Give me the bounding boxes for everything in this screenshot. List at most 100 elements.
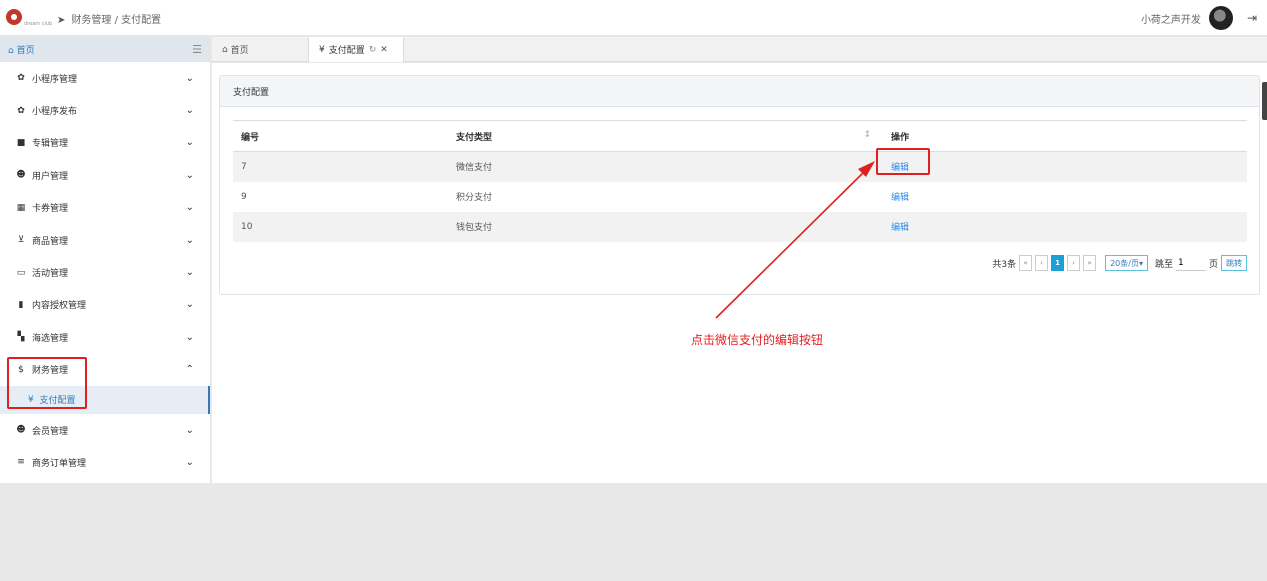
cell-id: 7 — [233, 151, 448, 182]
payment-config-panel: 支付配置 编号 支付类型 ↕ 操作 7 微信支付 编辑 9 积分支付 编辑 10… — [219, 75, 1260, 295]
calculator-icon: ▦ — [16, 202, 26, 213]
cell-type: 钱包支付 — [448, 211, 883, 242]
sidebar-item-label: 用户管理 — [32, 171, 69, 182]
highlight-box-edit — [876, 148, 930, 175]
home-icon: ⌂ — [222, 44, 228, 55]
cell-id: 10 — [233, 211, 448, 242]
sidebar-item-label: 会员管理 — [32, 426, 69, 437]
tab-label: 首页 — [230, 46, 249, 56]
top-header: dream club ➤ 财务管理 / 支付配置 小荷之声开发 ⇥ — [0, 0, 1267, 36]
clipboard-icon: ▮ — [18, 299, 24, 310]
next-page-button[interactable]: › — [1067, 255, 1081, 271]
table-header-row: 编号 支付类型 ↕ 操作 — [233, 120, 1247, 152]
pagination: 共3条 « ‹ 1 › » 20条/页▾ 跳至 页 跳转 — [992, 255, 1247, 271]
panel-title: 支付配置 — [220, 76, 1259, 107]
chevron-down-icon: ⌄ — [185, 105, 194, 117]
edit-button[interactable]: 编辑 — [891, 223, 909, 233]
chevron-down-icon: ⌄ — [185, 202, 194, 214]
logo[interactable]: dream club — [6, 6, 56, 30]
sidebar-item-label: 商品管理 — [32, 236, 69, 247]
sidebar-item-album[interactable]: ■ 专辑管理 ⌄ — [0, 127, 210, 159]
sidebar-item-label: 商务订单管理 — [32, 458, 87, 469]
jump-button[interactable]: 跳转 — [1221, 255, 1247, 271]
prev-page-button[interactable]: ‹ — [1035, 255, 1049, 271]
sidebar-item-label: 小程序管理 — [32, 74, 78, 85]
sidebar-item-users[interactable]: ☻ 用户管理 ⌄ — [0, 159, 210, 191]
table-row: 10 钱包支付 编辑 — [233, 211, 1247, 242]
location-arrow-icon: ➤ — [57, 15, 66, 26]
sort-icon[interactable]: ↕ — [863, 130, 871, 140]
page-unit-label: 页 — [1208, 259, 1218, 270]
sidebar-item-activity[interactable]: ▭ 活动管理 ⌄ — [0, 256, 210, 288]
chevron-down-icon: ⌄ — [185, 234, 194, 246]
user-name[interactable]: 小荷之声开发 — [1141, 11, 1201, 26]
chevron-down-icon: ⌄ — [185, 424, 194, 436]
sidebar-item-audition[interactable]: ▚ 海选管理 ⌄ — [0, 321, 210, 353]
sidebar-item-content-auth[interactable]: ▮ 内容授权管理 ⌄ — [0, 289, 210, 321]
avatar[interactable] — [1208, 6, 1233, 30]
sidebar-item-home[interactable]: ⌂ 首页 ☰ — [0, 37, 210, 62]
tab-payment-config[interactable]: ¥ 支付配置 ↻ ✕ — [308, 37, 404, 62]
refresh-icon[interactable]: ↻ — [369, 45, 377, 55]
logo-mark — [6, 9, 22, 25]
logout-icon[interactable]: ⇥ — [1247, 11, 1257, 25]
table-row: 9 积分支付 编辑 — [233, 182, 1247, 212]
close-icon[interactable]: ✕ — [380, 45, 388, 55]
page-size-value: 20条/页 — [1110, 258, 1139, 268]
tab-bar: ⌂ 首页 ¥ 支付配置 ↻ ✕ — [212, 37, 1267, 62]
column-header-action: 操作 — [883, 120, 1247, 152]
side-handle[interactable] — [1262, 82, 1267, 120]
table-row: 7 微信支付 编辑 — [233, 151, 1247, 182]
sidebar-item-business-orders[interactable]: ≡ 商务订单管理 ⌄ — [0, 446, 210, 478]
sidebar-item-miniapp-publish[interactable]: ✿ 小程序发布 ⌄ — [0, 94, 210, 126]
monitor-icon: ▭ — [16, 267, 26, 278]
sidebar-item-miniapp[interactable]: ✿ 小程序管理 ⌄ — [0, 62, 210, 94]
breadcrumb-text: 财务管理 / 支付配置 — [71, 15, 162, 26]
sidebar-item-goods[interactable]: ⊻ 商品管理 ⌄ — [0, 224, 210, 256]
chevron-down-icon: ⌄ — [185, 299, 194, 311]
user-area: 小荷之声开发 ⇥ — [1141, 5, 1257, 31]
chevron-down-icon: ⌄ — [185, 331, 194, 343]
group-icon: ☻ — [16, 425, 26, 436]
sidebar-item-label: 专辑管理 — [32, 139, 69, 150]
current-page-button[interactable]: 1 — [1051, 255, 1065, 271]
column-header-type[interactable]: 支付类型 ↕ — [448, 120, 883, 152]
cell-id: 9 — [241, 191, 247, 202]
last-page-button[interactable]: » — [1083, 255, 1097, 271]
cart-icon: ⊻ — [17, 235, 25, 246]
image-icon: ▚ — [17, 332, 25, 343]
chevron-up-icon: ⌃ — [185, 364, 194, 376]
chevron-down-icon: ⌄ — [185, 456, 194, 468]
home-icon: ⌂ — [8, 46, 14, 56]
logo-subtext: dream club — [24, 21, 53, 27]
tab-home[interactable]: ⌂ 首页 — [212, 37, 308, 62]
sidebar-item-label: 卡券管理 — [32, 204, 69, 215]
video-icon: ■ — [16, 137, 26, 148]
users-icon: ☻ — [16, 170, 26, 181]
list-icon: ≡ — [17, 457, 25, 468]
sidebar-home-label: 首页 — [16, 46, 35, 56]
sidebar-item-coupons[interactable]: ▦ 卡券管理 ⌄ — [0, 192, 210, 224]
payment-table: 编号 支付类型 ↕ 操作 7 微信支付 编辑 9 积分支付 编辑 10 钱包支付… — [233, 120, 1247, 242]
chevron-down-icon: ⌄ — [185, 169, 194, 181]
first-page-button[interactable]: « — [1019, 255, 1033, 271]
sidebar-item-members[interactable]: ☻ 会员管理 ⌄ — [0, 414, 210, 446]
menu-toggle-icon[interactable]: ☰ — [192, 43, 202, 56]
chevron-down-icon: ⌄ — [185, 137, 194, 149]
jump-label: 跳至 — [1154, 259, 1173, 270]
chevron-down-icon: ⌄ — [185, 267, 194, 279]
main-content: 支付配置 编号 支付类型 ↕ 操作 7 微信支付 编辑 9 积分支付 编辑 10… — [212, 63, 1267, 483]
yen-icon: ¥ — [319, 44, 325, 55]
sidebar-item-label: 活动管理 — [32, 269, 69, 280]
total-count: 共3条 — [992, 259, 1017, 270]
annotation-text: 点击微信支付的编辑按钮 — [691, 333, 824, 347]
sidebar-item-label: 海选管理 — [32, 333, 69, 344]
jump-page-input[interactable] — [1175, 255, 1206, 271]
edit-button[interactable]: 编辑 — [891, 193, 909, 203]
page-size-select[interactable]: 20条/页 ▾ — [1105, 255, 1148, 271]
column-header-id[interactable]: 编号 — [233, 120, 448, 152]
sidebar: ⌂ 首页 ☰ ✿ 小程序管理 ⌄ ✿ 小程序发布 ⌄ ■ 专辑管理 ⌄ ☻ 用户管理 ⌄… — [0, 37, 211, 483]
cell-type: 积分支付 — [456, 193, 493, 203]
sidebar-item-label: 内容授权管理 — [32, 301, 87, 312]
gear-icon: ✿ — [17, 105, 25, 116]
